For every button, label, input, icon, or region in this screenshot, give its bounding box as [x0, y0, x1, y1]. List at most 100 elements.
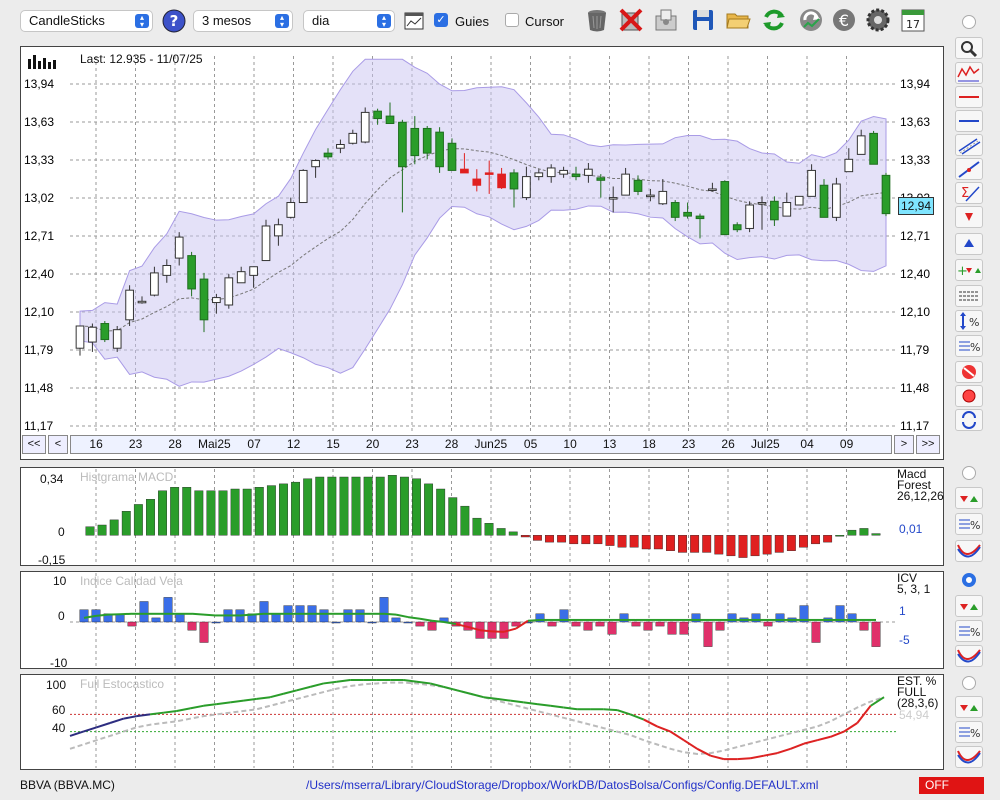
candle-body [770, 200, 779, 221]
date-tick: 23 [128, 437, 143, 451]
price-tick-right: 11,48 [900, 381, 929, 395]
stoch-lines-button[interactable]: % [955, 721, 983, 743]
candle-body [336, 143, 345, 149]
stoch-k-line [403, 679, 418, 683]
icv-panel-radio[interactable] [962, 573, 976, 587]
swap-button[interactable] [955, 409, 983, 431]
price-tick-left: 13,02 [24, 191, 54, 205]
lines-percent-button[interactable]: % [955, 335, 983, 357]
chart-type-select[interactable]: CandleSticks ▴ ▾ [20, 10, 153, 32]
guides-checkbox[interactable]: ✓ [434, 13, 448, 27]
price-tick-left: 11,17 [24, 419, 53, 433]
refresh-icon[interactable] [761, 7, 787, 33]
down-arrow-button[interactable] [955, 206, 983, 228]
macd-bar [581, 535, 591, 545]
candle-body [683, 211, 692, 217]
range-percent-button[interactable]: % [955, 310, 983, 332]
icv-tick-zero: 0 [58, 609, 65, 623]
svg-text:?: ? [170, 12, 179, 30]
candle-body [869, 132, 878, 165]
record-button[interactable] [955, 385, 983, 407]
candle-body [584, 168, 593, 176]
date-tick: 20 [365, 437, 380, 451]
candle-body [137, 300, 147, 304]
icv-signal-line [191, 612, 205, 616]
icv-lines-button[interactable]: % [955, 620, 983, 642]
nav-prev-button[interactable]: < [48, 435, 68, 454]
indicator-tool-button[interactable] [955, 62, 983, 84]
macd-bar [569, 535, 579, 545]
icv-signal-button[interactable] [955, 595, 983, 617]
lines-percent-icon: % [959, 727, 980, 740]
nav-next-button[interactable]: > [894, 435, 914, 454]
add-signal-button[interactable]: + [955, 259, 983, 281]
channel-tool-button[interactable] [955, 134, 983, 156]
trendline-tool-button[interactable] [955, 158, 983, 180]
export-icon[interactable] [653, 7, 679, 33]
candle-body [174, 236, 184, 259]
stoch-tick-40: 40 [52, 721, 66, 735]
guides-label: Guies [455, 14, 489, 29]
stoch-panel-radio[interactable] [962, 676, 976, 690]
macd-curve-button[interactable] [955, 540, 983, 562]
nav-last-button[interactable]: >> [916, 435, 940, 454]
cursor-checkbox[interactable] [505, 13, 519, 27]
macd-panel-radio[interactable] [962, 466, 976, 480]
bars-chart-icon[interactable] [27, 53, 59, 69]
clear-button[interactable] [955, 361, 983, 383]
macd-lines-button[interactable]: % [955, 513, 983, 535]
record-icon [962, 389, 976, 403]
period-select[interactable]: 3 mesos ▴ ▾ [193, 10, 293, 32]
stoch-k-line [817, 735, 831, 742]
curve-icon [957, 750, 981, 764]
sync-icon[interactable] [798, 7, 824, 33]
sum-tool-button[interactable]: Σ [955, 182, 983, 204]
up-arrow-button[interactable] [955, 233, 983, 255]
candle-body [311, 160, 320, 168]
icv-curve-button[interactable] [955, 645, 983, 667]
macd-bar [799, 535, 808, 548]
macd-bar [121, 511, 131, 536]
config-path-link[interactable]: /Users/mserra/Library/CloudStorage/Dropb… [306, 778, 818, 792]
macd-legend-params: 26,12,26 [897, 489, 944, 503]
stoch-k-line [470, 692, 484, 699]
icv-bar [811, 621, 821, 643]
macd-bar [206, 490, 216, 536]
macd-signal-button[interactable] [955, 487, 983, 509]
zoom-tool-button[interactable] [955, 37, 983, 59]
help-icon[interactable]: ? [162, 9, 186, 33]
open-folder-icon[interactable] [725, 7, 751, 33]
signal-arrows-icon [960, 705, 978, 711]
stoch-curve-button[interactable] [955, 746, 983, 768]
horizontal-line-blue-button[interactable] [955, 110, 983, 132]
price-tick-right: 13,63 [900, 115, 930, 129]
chart-window-icon[interactable] [404, 12, 424, 30]
nav-first-button[interactable]: << [22, 435, 46, 454]
candle-body [410, 127, 420, 157]
date-tick: 04 [800, 437, 814, 451]
price-chart[interactable]: 13,9413,9413,6313,6313,3313,3313,0213,02… [20, 46, 944, 460]
macd-bar [557, 535, 567, 543]
lines-tool-button[interactable] [955, 285, 983, 307]
interval-select[interactable]: dia ▴ ▾ [303, 10, 395, 32]
gear-icon[interactable] [865, 7, 891, 33]
candle-body [261, 225, 271, 262]
channel-icon [958, 138, 981, 155]
icv-signal-line [239, 613, 253, 617]
calendar-icon[interactable]: 17 [900, 7, 926, 33]
candle-body [559, 169, 568, 175]
macd-bar [629, 535, 639, 548]
icv-signal-line [395, 613, 409, 619]
macd-bar [472, 517, 482, 536]
horizontal-line-red-button[interactable] [955, 86, 983, 108]
trash-icon[interactable] [584, 7, 610, 33]
macd-tick-top: 0,34 [40, 472, 64, 486]
save-icon[interactable] [690, 7, 716, 33]
currency-icon[interactable]: € [831, 7, 857, 33]
stoch-signal-button[interactable] [955, 696, 983, 718]
delete-icon[interactable] [618, 7, 644, 33]
off-badge[interactable]: OFF [919, 777, 984, 794]
main-panel-radio[interactable] [962, 15, 976, 29]
stoch-k-line [203, 703, 217, 707]
candle-body [484, 172, 494, 175]
